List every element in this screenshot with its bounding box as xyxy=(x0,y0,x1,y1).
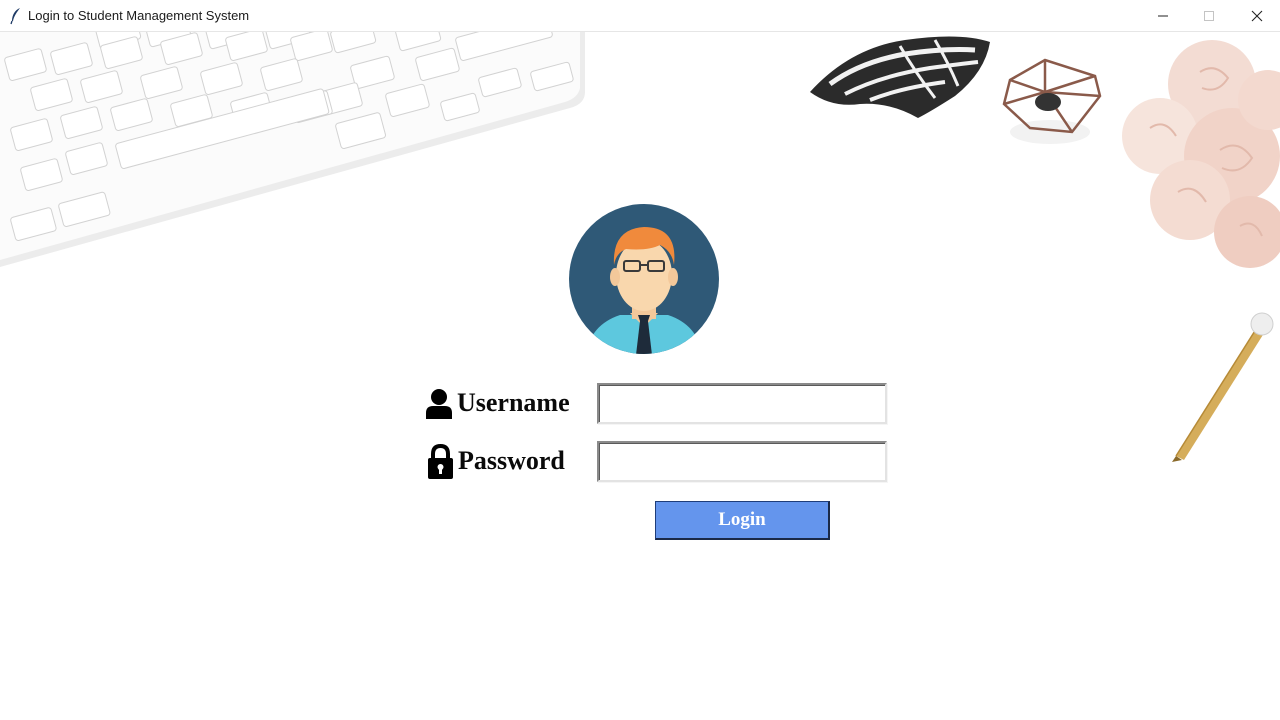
candle-holder-image xyxy=(1002,58,1102,144)
maximize-icon xyxy=(1204,11,1214,21)
login-window-content: Username Password Login xyxy=(0,32,1280,720)
title-bar: Login to Student Management System xyxy=(0,0,1280,32)
zebra-dish-image xyxy=(810,36,990,118)
login-button[interactable]: Login xyxy=(655,501,830,540)
close-button[interactable] xyxy=(1234,0,1280,32)
window-title: Login to Student Management System xyxy=(28,8,250,23)
close-icon xyxy=(1251,10,1263,22)
lock-icon xyxy=(428,444,453,479)
feather-icon xyxy=(10,8,20,25)
roses-image xyxy=(1122,40,1280,268)
desk-background-image xyxy=(0,32,1280,462)
password-label: Password xyxy=(458,446,565,475)
keyboard-image xyxy=(0,32,585,267)
maximize-button[interactable] xyxy=(1186,0,1232,32)
password-input[interactable] xyxy=(597,441,887,482)
user-avatar-image xyxy=(569,204,719,354)
username-input[interactable] xyxy=(597,383,887,424)
gold-pen-image xyxy=(1172,312,1274,462)
minimize-icon xyxy=(1158,15,1168,17)
username-label: Username xyxy=(457,388,570,417)
user-icon xyxy=(426,389,452,419)
minimize-button[interactable] xyxy=(1140,0,1186,32)
